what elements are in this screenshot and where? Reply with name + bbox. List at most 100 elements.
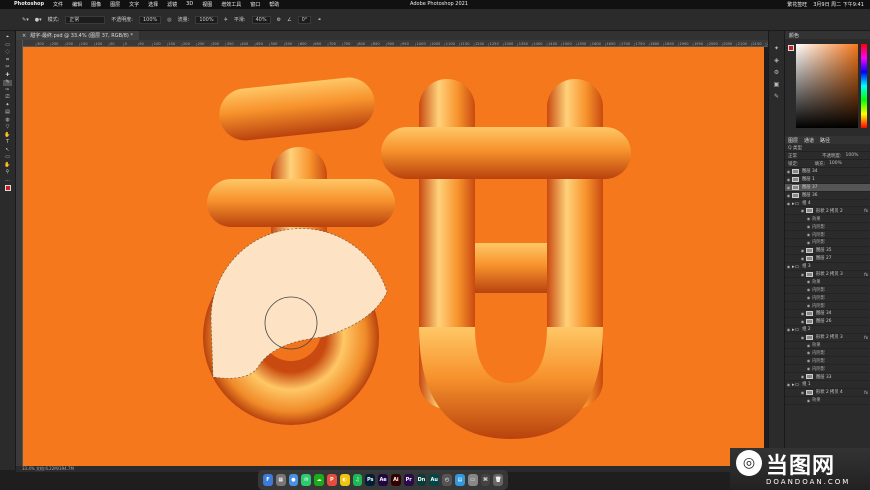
visibility-eye-icon[interactable]: ◉: [805, 303, 812, 308]
layer-row[interactable]: ◉ 效果: [785, 215, 870, 224]
tool-icon[interactable]: ⎚: [3, 94, 12, 101]
symmetry-icon[interactable]: ⚭: [317, 17, 321, 23]
layer-row[interactable]: ◉ 图层 34: [785, 310, 870, 318]
layer-row[interactable]: ◉ 内阴影: [785, 231, 870, 240]
dock-app-icon[interactable]: Ai: [390, 474, 401, 486]
hue-slider[interactable]: [861, 44, 867, 128]
visibility-eye-icon[interactable]: ◉: [785, 169, 792, 174]
layer-row[interactable]: ◉ 效果: [785, 342, 870, 350]
settings-icon[interactable]: ⚙: [277, 17, 281, 23]
tool-icon[interactable]: ◌: [3, 49, 12, 56]
visibility-eye-icon[interactable]: ◉: [805, 279, 812, 284]
flow-field[interactable]: 100%: [195, 15, 218, 24]
visibility-eye-icon[interactable]: ◉: [799, 311, 806, 316]
tab-color[interactable]: 颜色: [789, 32, 799, 39]
layer-row[interactable]: ◉ 形状 2 拷贝 4 fx: [785, 389, 870, 397]
tool-icon[interactable]: T: [3, 139, 12, 146]
brush-size-icon[interactable]: ●▾: [35, 17, 42, 23]
visibility-eye-icon[interactable]: ◉: [785, 382, 792, 387]
tool-icon[interactable]: ▤: [3, 109, 12, 116]
fill-field[interactable]: 100%: [829, 161, 842, 166]
tool-icon[interactable]: ↖: [3, 147, 12, 154]
visibility-eye-icon[interactable]: ◉: [785, 264, 792, 269]
menu-item[interactable]: 窗口: [250, 1, 260, 8]
tool-icon[interactable]: ▭: [3, 154, 12, 161]
smooth-field[interactable]: 40%: [251, 15, 271, 24]
layer-row[interactable]: ◉ 内阴影: [785, 286, 870, 295]
tool-icon[interactable]: ✎: [3, 79, 12, 86]
kind-filter[interactable]: Q 类型: [788, 145, 802, 151]
layer-row[interactable]: ◉ 图层 37: [785, 183, 870, 192]
tool-icon[interactable]: ⌖: [3, 34, 12, 41]
dock-app-icon[interactable]: Ps: [365, 474, 376, 486]
dock-app-icon[interactable]: ◐: [339, 474, 350, 486]
menu-item[interactable]: 文字: [129, 1, 139, 8]
fx-badge[interactable]: fx: [864, 272, 868, 277]
dock-app-icon[interactable]: F: [263, 474, 273, 486]
tab-paths[interactable]: 路径: [820, 137, 830, 144]
menu-item[interactable]: 编辑: [72, 1, 82, 8]
panel-toggle-icon[interactable]: ✦: [774, 45, 779, 52]
tool-icon[interactable]: ⌗: [3, 57, 12, 64]
fx-badge[interactable]: fx: [864, 335, 868, 340]
menu-item[interactable]: 3D: [186, 1, 193, 8]
visibility-eye-icon[interactable]: ◉: [805, 224, 812, 229]
angle-field[interactable]: 0°: [297, 15, 312, 24]
menu-item[interactable]: 帮助: [269, 1, 279, 8]
panel-toggle-icon[interactable]: ◈: [774, 57, 779, 64]
layer-row[interactable]: ◉ ▸▭ 组 3: [785, 263, 870, 271]
panel-toggle-icon[interactable]: ✎: [774, 93, 779, 100]
dock-app-icon[interactable]: ♫: [352, 474, 363, 486]
fx-badge[interactable]: fx: [864, 390, 868, 395]
visibility-eye-icon[interactable]: ◉: [799, 319, 806, 324]
dock-app-icon[interactable]: ●: [288, 474, 299, 486]
visibility-eye-icon[interactable]: ◉: [805, 240, 812, 245]
visibility-eye-icon[interactable]: ◉: [799, 335, 806, 340]
dock-app-icon[interactable]: Dn: [416, 474, 427, 486]
pressure-icon[interactable]: ◎: [167, 17, 171, 23]
layer-row[interactable]: ◉ 图层 26: [785, 318, 870, 326]
layer-row[interactable]: ◉ 内阴影: [785, 357, 870, 366]
fx-badge[interactable]: fx: [864, 208, 868, 213]
dock-app-icon[interactable]: ▦: [275, 474, 286, 486]
tab-layers[interactable]: 图层: [788, 137, 798, 144]
visibility-eye-icon[interactable]: ◉: [805, 232, 812, 237]
visibility-eye-icon[interactable]: ◉: [785, 201, 792, 206]
foreground-color-swatch[interactable]: [788, 45, 794, 51]
layer-row[interactable]: ◉ 图层 27: [785, 255, 870, 263]
layer-row[interactable]: ◉ 内阴影: [785, 294, 870, 303]
visibility-eye-icon[interactable]: ◉: [799, 208, 806, 213]
tool-icon[interactable]: …: [3, 177, 12, 184]
visibility-eye-icon[interactable]: ◉: [785, 327, 792, 332]
tool-icon[interactable]: ◍: [3, 117, 12, 124]
tab-channels[interactable]: 通道: [804, 137, 814, 144]
airbrush-icon[interactable]: ✈: [224, 17, 228, 23]
visibility-eye-icon[interactable]: ◉: [805, 358, 812, 363]
layer-row[interactable]: ◉ 内阴影: [785, 223, 870, 232]
blend-mode-select[interactable]: 正常: [788, 153, 818, 159]
menu-item[interactable]: 图像: [91, 1, 101, 8]
menu-item[interactable]: 选择: [148, 1, 158, 8]
dock-app-icon[interactable]: Ae: [378, 474, 388, 486]
layer-row[interactable]: ◉ 内阴影: [785, 302, 870, 311]
tool-icon[interactable]: ✑: [3, 87, 12, 94]
menu-item[interactable]: 文件: [53, 1, 63, 8]
visibility-eye-icon[interactable]: ◉: [799, 272, 806, 277]
dock-app-icon[interactable]: ◴: [442, 474, 452, 486]
tool-icon[interactable]: ✚: [3, 72, 12, 79]
dock-app-icon[interactable]: ▭: [467, 474, 478, 486]
visibility-eye-icon[interactable]: ◉: [785, 177, 792, 182]
menu-item[interactable]: 图层: [110, 1, 120, 8]
angle-icon[interactable]: ∠: [287, 17, 291, 23]
menu-item[interactable]: Photoshop: [14, 1, 44, 8]
visibility-eye-icon[interactable]: ◉: [805, 343, 812, 348]
layer-row[interactable]: ◉ 图层 34: [785, 168, 870, 176]
visibility-eye-icon[interactable]: ◉: [805, 350, 812, 355]
tool-icon[interactable]: ✂: [3, 64, 12, 71]
dock-app-icon[interactable]: ✉: [301, 474, 312, 486]
tool-icon[interactable]: ⚲: [3, 169, 12, 176]
layer-row[interactable]: ◉ ▸▭ 组 2: [785, 326, 870, 334]
tab-close-icon[interactable]: ×: [22, 33, 26, 39]
layer-row[interactable]: ◉ 形状 2 拷贝 3 fx: [785, 271, 870, 279]
layer-row[interactable]: ◉ 效果: [785, 397, 870, 405]
